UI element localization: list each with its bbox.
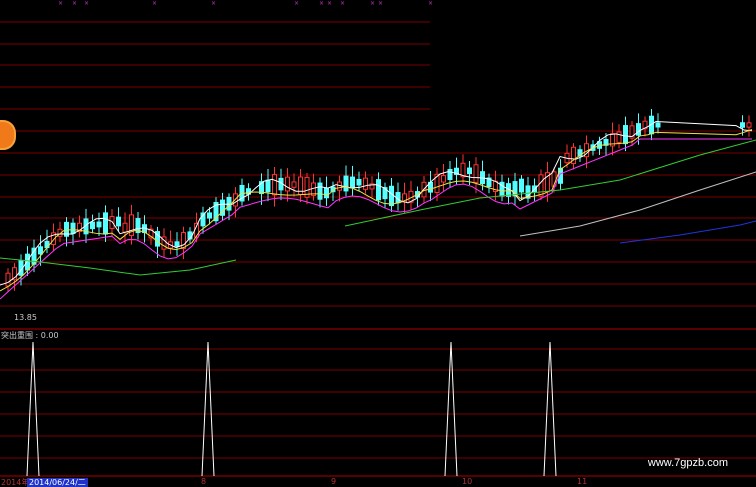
candle-body [5,272,11,287]
candle-body [207,212,212,219]
year-label: 2014年 [1,478,30,487]
candle-body [96,221,102,228]
top-marker: × [319,0,324,7]
candle-body [285,176,290,192]
candle-body [317,182,323,200]
top-marker: × [152,0,157,7]
candle-body [122,222,128,233]
top-marker: × [58,0,63,7]
month-tick-9: 9 [331,477,337,486]
top-marker: × [72,0,77,7]
candle-body [746,122,752,128]
top-marker: × [378,0,383,7]
candle-body [363,177,368,190]
candle-body [655,122,661,128]
indicator-spike [201,341,215,477]
watermark-text: www.7gpzb.com [647,457,728,469]
candle-body [272,174,277,196]
month-tick-10: 10 [462,477,473,486]
candle-body [538,174,544,197]
candle-body [623,125,628,145]
candle-body [298,176,303,196]
candle-body [740,122,745,128]
kline-chart-canvas[interactable]: × × × × × × × × × × × × [0,0,756,487]
candle-body [441,175,446,183]
candle-body [356,178,362,186]
candle-body [324,187,329,199]
candle-body [291,181,297,188]
top-marker: × [294,0,299,7]
month-tick-8: 8 [201,477,207,486]
top-marker: × [327,0,332,7]
indicator-spike [444,341,458,477]
candle-body [389,185,394,207]
candle-body [38,246,43,255]
indicator-title: 突出重围 : 0.00 [1,331,59,340]
candle-body [181,232,186,249]
candle-body [473,164,479,183]
month-tick-11: 11 [577,477,588,486]
candle-body [519,178,524,193]
candle-body [103,212,108,235]
candle-body [174,241,180,247]
indicator-spike [543,341,557,477]
candle-body [350,176,355,188]
indicator-spike [26,341,40,477]
top-marker: × [370,0,375,7]
candle-body [376,179,381,201]
top-marker: × [428,0,433,7]
candle-body [467,167,472,175]
candle-body [343,175,349,192]
top-marker: × [211,0,216,7]
candle-body [116,216,121,227]
top-marker: × [84,0,89,7]
stock-chart-window[interactable]: × × × × × × × × × × × × 13.85 突出重围 : 0.00 2014年 201… [0,0,756,487]
lowest-price-label: 13.85 [14,313,37,322]
candle-body [90,221,95,230]
candle-body [70,222,76,235]
candle-body [636,123,641,136]
candle-body [109,216,115,229]
candle-body [616,131,622,143]
candle-body [265,179,271,193]
selected-date-label: 2014/06/24/二 [27,478,88,487]
candle-body [447,168,453,180]
top-marker: × [340,0,345,7]
